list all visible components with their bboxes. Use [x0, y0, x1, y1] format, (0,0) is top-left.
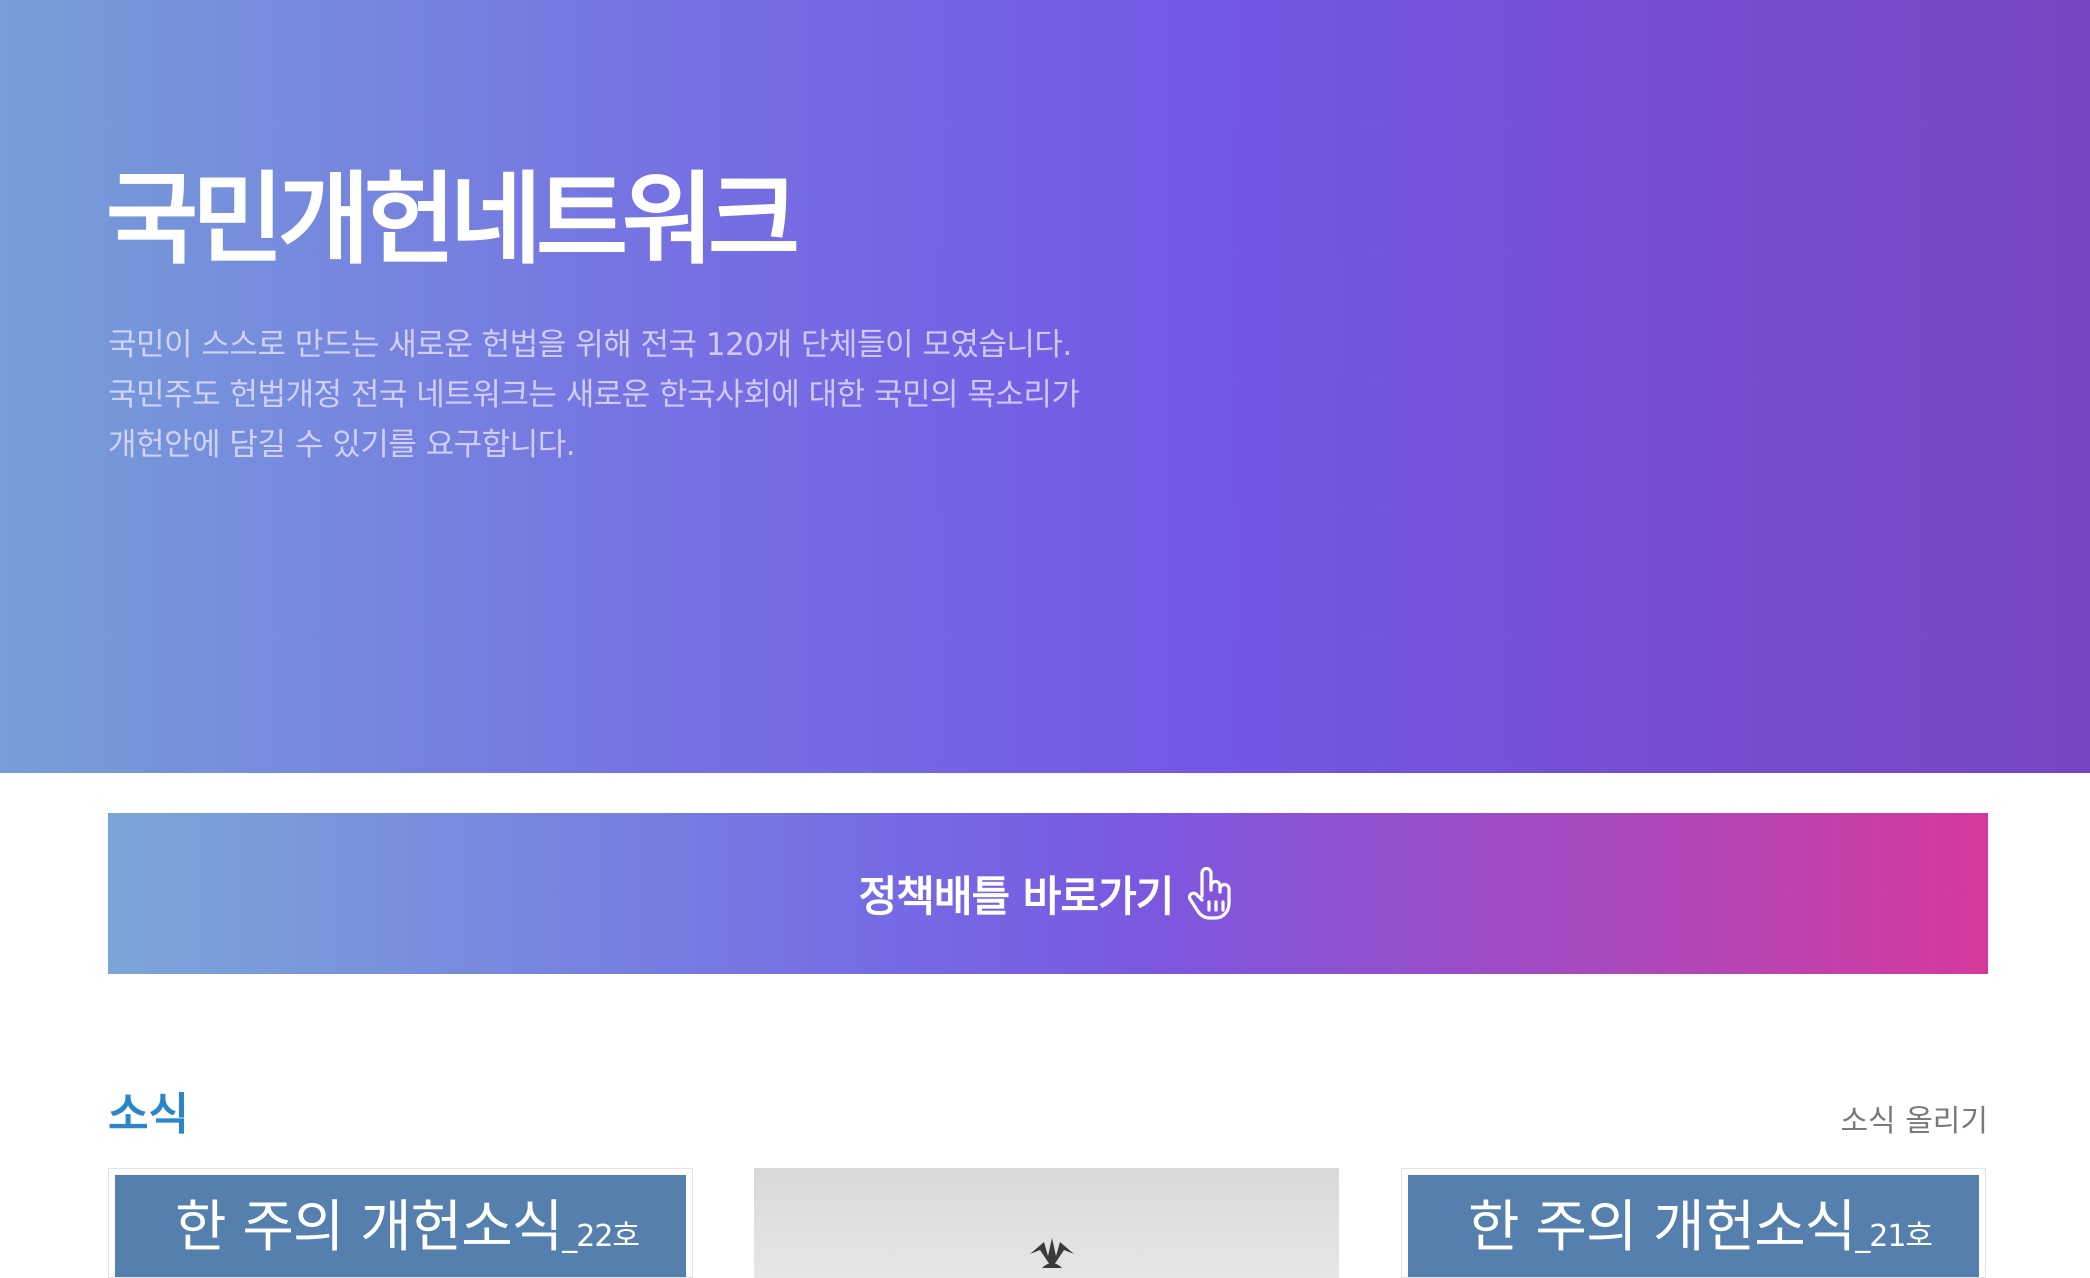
- hero-description-line: 국민이 스스로 만드는 새로운 헌법을 위해 전국 120개 단체들이 모였습니…: [108, 327, 1072, 363]
- bird-icon: [1022, 1228, 1082, 1278]
- hero-title: 국민개헌네트워크: [106, 161, 800, 278]
- hero-description: 국민이 스스로 만드는 새로운 헌법을 위해 전국 120개 단체들이 모였습니…: [108, 320, 1308, 470]
- news-card[interactable]: 한 주의 개헌소식_22호: [108, 1168, 693, 1278]
- pointing-hand-icon: [1185, 866, 1237, 922]
- policy-battle-banner-button[interactable]: 정책배틀 바로가기: [108, 813, 1988, 974]
- post-news-link[interactable]: 소식 올리기: [1840, 1102, 1988, 1142]
- hero-description-line: 개헌안에 담길 수 있기를 요구합니다.: [108, 427, 576, 463]
- card-thumbnail-title: 한 주의 개헌소식: [1468, 1195, 1856, 1260]
- news-section-title: 소식: [108, 1089, 189, 1140]
- banner-label: 정책배틀 바로가기: [858, 872, 1175, 921]
- card-thumbnail-issue: _21호: [1855, 1219, 1933, 1254]
- news-card[interactable]: [754, 1168, 1339, 1278]
- card-thumbnail: 한 주의 개헌소식_21호: [1408, 1175, 1979, 1277]
- news-card[interactable]: 한 주의 개헌소식_21호: [1401, 1168, 1986, 1278]
- card-thumbnail-text: 한 주의 개헌소식_21호: [1468, 1193, 1933, 1272]
- card-thumbnail-text: 한 주의 개헌소식_22호: [175, 1193, 640, 1272]
- banner-content: 정책배틀 바로가기: [859, 863, 1238, 924]
- card-thumbnail: 한 주의 개헌소식_22호: [115, 1175, 686, 1277]
- card-thumbnail-title: 한 주의 개헌소식: [175, 1195, 563, 1260]
- hero-section: 국민개헌네트워크 국민이 스스로 만드는 새로운 헌법을 위해 전국 120개 …: [0, 0, 2090, 773]
- hero-description-line: 국민주도 헌법개정 전국 네트워크는 새로운 한국사회에 대한 국민의 목소리가: [108, 377, 1080, 413]
- card-thumbnail-issue: _22호: [562, 1219, 640, 1254]
